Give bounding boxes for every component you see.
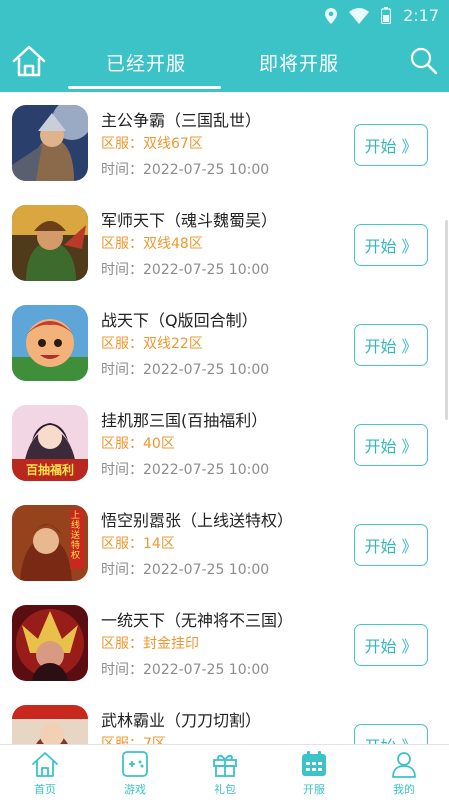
open-time: 时间：2022-07-25 10:00 [101, 162, 270, 178]
tabbar-label: 开服 [303, 783, 325, 796]
game-6-thumbnail-art [12, 605, 88, 681]
tabbar-label: 我的 [393, 783, 415, 796]
home-button[interactable] [10, 42, 48, 80]
start-button[interactable]: 开始 》 [354, 324, 428, 366]
server-list: 主公争霸（三国乱世） 区服：双线67区 时间：2022-07-25 10:00 … [0, 92, 449, 744]
tabbar-label: 游戏 [124, 783, 146, 796]
open-time: 时间：2022-07-25 10:00 [101, 462, 270, 478]
game-name: 悟空别嚣张（上线送特权） [101, 511, 294, 530]
game-thumbnail[interactable]: 上线送特权 [12, 505, 88, 581]
status-icons: 2:17 [325, 6, 439, 25]
game-thumbnail[interactable] [12, 705, 88, 744]
gift-icon [213, 754, 237, 777]
list-item: 武林霸业（刀刀切割） 区服：7区 开始 》 [0, 692, 449, 744]
scrollbar[interactable] [445, 220, 448, 420]
server-info: 区服：双线67区 [101, 136, 203, 152]
tab-opened[interactable]: 已经开服 [106, 49, 186, 76]
list-item: 战天下（Q版回合制） 区服：双线22区 时间：2022-07-25 10:00 … [0, 292, 449, 392]
game-5-badge: 上线送特权 [71, 511, 81, 561]
game-thumbnail[interactable] [12, 305, 88, 381]
game-2-thumbnail-art [12, 205, 88, 281]
game-thumbnail[interactable] [12, 605, 88, 681]
home-icon [32, 752, 58, 777]
gamepad-icon [122, 751, 148, 777]
game-1-thumbnail-art [12, 105, 88, 181]
server-info: 区服：40区 [101, 436, 175, 452]
game-name: 战天下（Q版回合制） [101, 311, 258, 330]
game-7-thumbnail-art [12, 705, 88, 744]
game-name: 挂机那三国(百抽福利） [101, 411, 268, 430]
bottom-tab-bar: 首页 游戏 礼包 开服 我的 [0, 744, 449, 800]
status-time: 2:17 [403, 6, 439, 25]
home-icon [12, 45, 46, 77]
list-item: 百抽福利 挂机那三国(百抽福利） 区服：40区 时间：2022-07-25 10… [0, 392, 449, 492]
list-item: 上线送特权 悟空别嚣张（上线送特权） 区服：14区 时间：2022-07-25 … [0, 492, 449, 592]
open-time: 时间：2022-07-25 10:00 [101, 662, 270, 678]
search-button[interactable] [409, 46, 439, 76]
server-info: 区服：7区 [101, 736, 166, 744]
header: 已经开服 即将开服 [0, 32, 449, 92]
server-info: 区服：封金挂印 [101, 636, 199, 652]
start-button[interactable]: 开始 》 [354, 124, 428, 166]
tabbar-item-servers[interactable]: 开服 [284, 749, 344, 799]
tabbar-item-home[interactable]: 首页 [15, 749, 75, 799]
tabbar-label: 礼包 [214, 783, 236, 796]
calendar-icon [302, 751, 326, 776]
status-bar: 2:17 [0, 0, 449, 32]
battery-icon [381, 7, 392, 24]
wifi-icon [349, 7, 370, 24]
server-info: 区服：双线22区 [101, 336, 203, 352]
search-icon [410, 47, 438, 75]
location-icon [325, 7, 338, 24]
list-item: 主公争霸（三国乱世） 区服：双线67区 时间：2022-07-25 10:00 … [0, 92, 449, 192]
game-name: 军师天下（魂斗魏蜀吴） [101, 211, 278, 230]
tab-upcoming[interactable]: 即将开服 [259, 49, 339, 76]
game-thumbnail[interactable] [12, 205, 88, 281]
game-3-thumbnail-art [12, 305, 88, 381]
tabbar-label: 首页 [34, 783, 56, 796]
game-name: 一统天下（无神将不三国） [101, 611, 294, 630]
game-name: 武林霸业（刀刀切割） [101, 711, 262, 730]
start-button[interactable]: 开始 》 [354, 624, 428, 666]
start-button[interactable]: 开始 》 [354, 524, 428, 566]
game-name: 主公争霸（三国乱世） [101, 111, 262, 130]
active-tab-indicator [68, 86, 221, 89]
open-time: 时间：2022-07-25 10:00 [101, 362, 270, 378]
open-time: 时间：2022-07-25 10:00 [101, 262, 270, 278]
tabbar-item-games[interactable]: 游戏 [105, 749, 165, 799]
tabbar-item-profile[interactable]: 我的 [374, 749, 434, 799]
user-icon [392, 752, 416, 778]
open-time: 时间：2022-07-25 10:00 [101, 562, 270, 578]
game-thumbnail[interactable] [12, 105, 88, 181]
start-button[interactable]: 开始 》 [354, 424, 428, 466]
list-item: 一统天下（无神将不三国） 区服：封金挂印 时间：2022-07-25 10:00… [0, 592, 449, 692]
start-button[interactable]: 开始 》 [354, 724, 428, 744]
start-button[interactable]: 开始 》 [354, 224, 428, 266]
game-thumbnail[interactable]: 百抽福利 [12, 405, 88, 481]
game-4-badge: 百抽福利 [25, 463, 74, 477]
server-info: 区服：14区 [101, 536, 175, 552]
server-info: 区服：双线48区 [101, 236, 203, 252]
list-item: 军师天下（魂斗魏蜀吴） 区服：双线48区 时间：2022-07-25 10:00… [0, 192, 449, 292]
tabbar-item-gifts[interactable]: 礼包 [195, 749, 255, 799]
